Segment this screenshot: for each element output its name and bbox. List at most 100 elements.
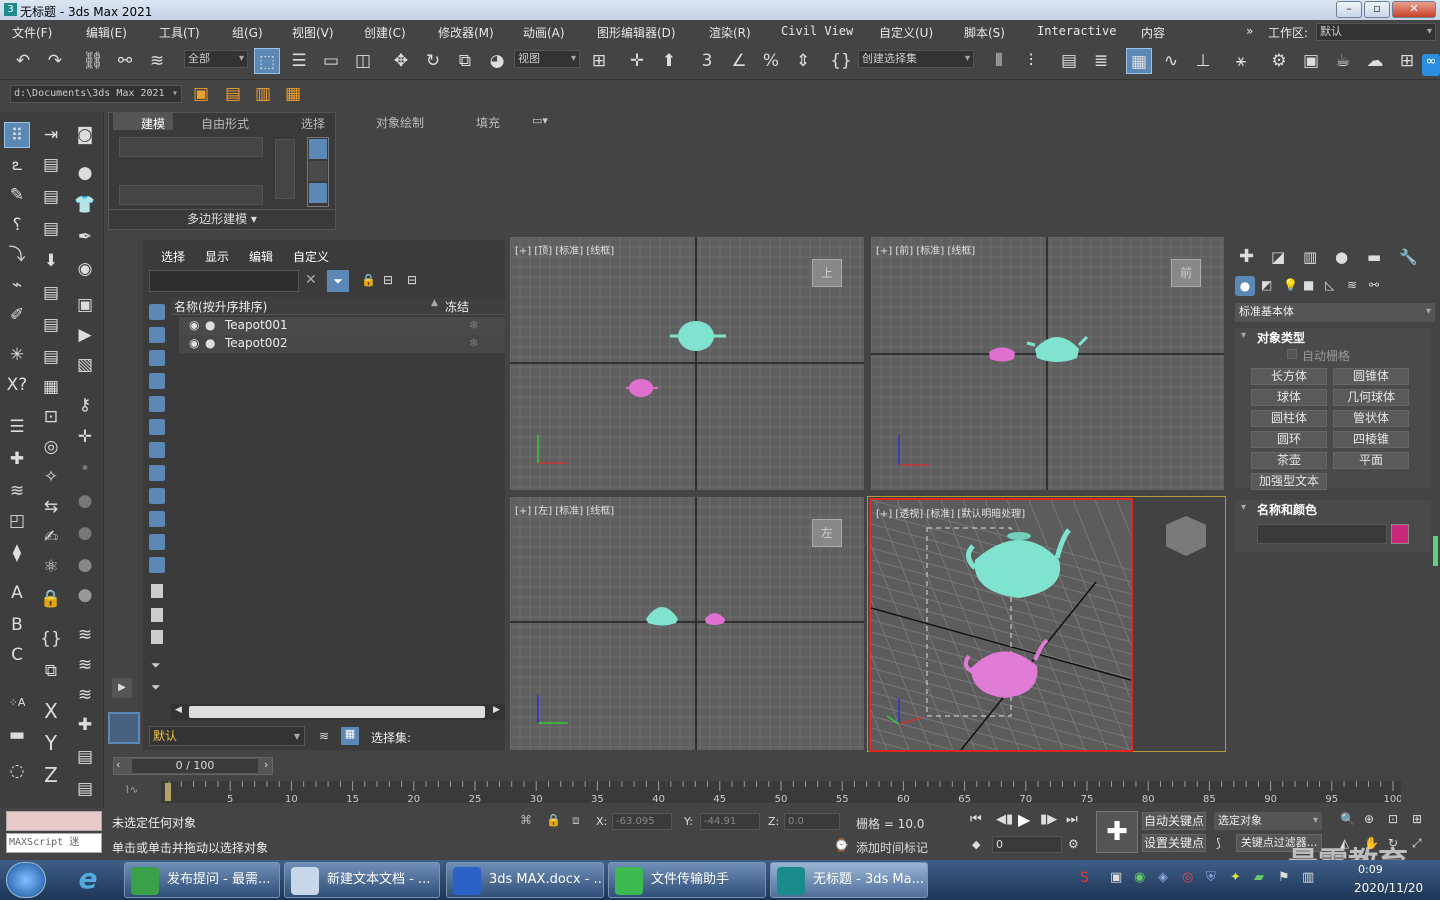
hierarchy-tab-icon[interactable]: ▥ (1303, 248, 1317, 266)
tray-icon-8[interactable]: ⚑ (1278, 870, 1290, 885)
ribbon-tab-paint[interactable]: 对象绘制 (376, 114, 424, 131)
text-a-icon[interactable]: A (4, 580, 30, 606)
doc-2-icon[interactable]: ▤ (72, 776, 98, 802)
paint-select-icon[interactable]: ✎ (4, 182, 30, 208)
named-selection-dropdown[interactable]: 创建选择集 (858, 50, 974, 68)
menu-rendering[interactable]: 渲染(R) (709, 24, 751, 41)
filter-bones-icon[interactable] (149, 488, 165, 504)
render-production-icon[interactable]: ☕ (1330, 48, 1356, 74)
tray-shield-icon[interactable]: ⛨ (1206, 870, 1216, 885)
close-button[interactable]: ✕ (1392, 1, 1436, 18)
ribbon-side-btn-2[interactable] (309, 161, 327, 181)
explorer-hscrollbar[interactable]: ◀ ▶ (171, 704, 505, 720)
zoom-extents-icon[interactable]: ⊡ (1388, 812, 1398, 826)
shapes-icon[interactable]: ◩ (1261, 278, 1272, 292)
viewcube-front[interactable]: 前 (1171, 259, 1201, 287)
go-to-start-icon[interactable]: ⏮ (970, 812, 982, 827)
viewport-front[interactable]: [+] [前] [标准] [线框] 前 (871, 237, 1224, 490)
render-icon[interactable]: ◙ (72, 122, 98, 148)
select-tool-icon[interactable]: ⠿ (4, 122, 30, 148)
bind-spacewarp-icon[interactable]: ≋ (144, 48, 170, 74)
manipulate-icon[interactable]: ✛ (624, 48, 650, 74)
viewport-perspective[interactable]: [+] [透视] [标准] [默认明暗处理] (869, 498, 1133, 752)
xform-icon[interactable]: X? (4, 372, 30, 398)
visibility-eye-icon[interactable]: ◉ (189, 318, 199, 332)
box-button[interactable]: 长方体 (1251, 368, 1327, 385)
sphere-tool-icon[interactable]: ● (72, 160, 98, 186)
ribbon-tab-modeling[interactable]: 建模 (141, 115, 165, 132)
plane-button[interactable]: 平面 (1333, 452, 1409, 469)
place-icon[interactable]: ◕ (484, 48, 510, 74)
menu-create[interactable]: 创建(C) (364, 24, 406, 41)
key-tangent-icon[interactable]: ⟆ (1216, 836, 1221, 850)
ribbon-options-icon[interactable]: ▭▾ (532, 114, 548, 127)
ime-icon[interactable]: S (1080, 870, 1089, 886)
pen-icon[interactable]: ✒ (72, 224, 98, 250)
key-mode-dropdown[interactable]: 选定对象 (1214, 812, 1322, 830)
zoom-all-icon[interactable]: ⊕ (1364, 812, 1374, 826)
nodes-icon[interactable]: ⚛ (38, 554, 64, 580)
rotate-icon[interactable]: ↻ (420, 48, 446, 74)
add-time-tag[interactable]: 添加时间标记 (856, 839, 928, 856)
helpers-icon[interactable]: ◺ (1325, 278, 1334, 292)
selection-filter-dropdown[interactable]: 全部 (184, 50, 248, 68)
visibility-eye-icon[interactable]: ◉ (189, 336, 199, 350)
shuffle-icon[interactable]: ⇆ (38, 494, 64, 520)
ribbon-side-btn-3[interactable] (309, 183, 327, 203)
current-frame-field[interactable]: 0 (992, 836, 1062, 853)
render-dot-icon[interactable]: ● (205, 318, 215, 332)
text-b-icon[interactable]: B (4, 612, 30, 638)
loop-icon[interactable]: ◎ (38, 434, 64, 460)
abs-mode-icon[interactable]: ⧈ (572, 813, 580, 828)
table-icon-1[interactable]: ▤ (38, 152, 64, 178)
shirt-icon[interactable]: 👕 (72, 192, 98, 218)
scroll-right-icon[interactable]: ▶ (493, 705, 500, 715)
ribbon-tab-populate[interactable]: 填充 (476, 114, 500, 131)
maximize-viewport-icon[interactable]: ⤢ (1412, 836, 1422, 851)
filter-lights-icon[interactable] (149, 350, 165, 366)
viewcube-left[interactable]: 左 (812, 519, 842, 547)
collapse-icon[interactable]: ▾ (1241, 502, 1246, 513)
stack-4-icon[interactable]: ≋ (72, 682, 98, 708)
freeze-icon[interactable]: ❄ (469, 336, 479, 350)
ribbon-tab-freeform[interactable]: 自由形式 (201, 115, 249, 132)
workspace-dropdown[interactable]: 默认 (1316, 23, 1436, 41)
freeform-icon[interactable]: ✐ (4, 302, 30, 328)
stack-2-icon[interactable]: ≋ (72, 622, 98, 648)
viewport-left[interactable]: [+] [左] [标准] [线框] 左 (510, 497, 864, 750)
lights-icon[interactable]: 💡 (1283, 278, 1298, 292)
menu-group[interactable]: 组(G) (232, 24, 263, 41)
unlink-icon[interactable]: ⚯ (112, 48, 138, 74)
viewport-top[interactable]: [+] [顶] [标准] [线框] 上 (510, 237, 864, 490)
viewport-left-label[interactable]: [+] [左] [标准] [线框] (515, 502, 614, 517)
link-icon[interactable]: ⛓ (80, 48, 106, 74)
chevron-right-icon[interactable]: » (1246, 24, 1253, 38)
window-crossing-icon[interactable]: ◫ (350, 48, 376, 74)
ball-icon[interactable]: ◉ (72, 256, 98, 282)
doc-icon[interactable]: ▤ (72, 744, 98, 770)
viewport-top-label[interactable]: [+] [顶] [标准] [线框] (515, 242, 614, 257)
modify-tab-icon[interactable]: ◪ (1271, 248, 1285, 266)
import-icon[interactable]: ⬇ (38, 248, 64, 274)
scroll-left-icon[interactable]: ◀ (175, 705, 182, 715)
add-icon[interactable]: ✚ (4, 446, 30, 472)
filter-xrefs-icon[interactable] (149, 465, 165, 481)
viewcube-top[interactable]: 上 (812, 259, 842, 287)
filter-list-icon-2[interactable] (151, 608, 163, 622)
filter-hidden-icon[interactable] (149, 557, 165, 573)
selection-lock-icon[interactable]: 🔒 (546, 813, 561, 827)
menu-edit[interactable]: 编辑(E) (86, 24, 127, 41)
undo-icon[interactable]: ↶ (10, 48, 36, 74)
rollout-title[interactable]: 对象类型 (1257, 329, 1305, 346)
render-setup-icon[interactable]: ⚙ (1266, 48, 1292, 74)
dope-sheet-icon[interactable]: ⊥ (1190, 48, 1216, 74)
render-dot-icon[interactable]: ● (205, 336, 215, 350)
teapot-persp-teal[interactable] (974, 540, 1061, 598)
category-dropdown[interactable]: 标准基本体 (1235, 303, 1435, 322)
track-bar[interactable]: 5 10 15 20 25 30 35 40 45 50 55 60 65 70 75 80 85 90 95 100 (161, 781, 1401, 803)
render-grid-icon[interactable]: ⊞ (1394, 48, 1420, 74)
axis-z-icon[interactable]: Z (38, 762, 64, 788)
menu-scripting[interactable]: 脚本(S) (964, 24, 1005, 41)
move-icon[interactable]: ✥ (388, 48, 414, 74)
viewport-front-label[interactable]: [+] [前] [标准] [线框] (876, 242, 975, 257)
